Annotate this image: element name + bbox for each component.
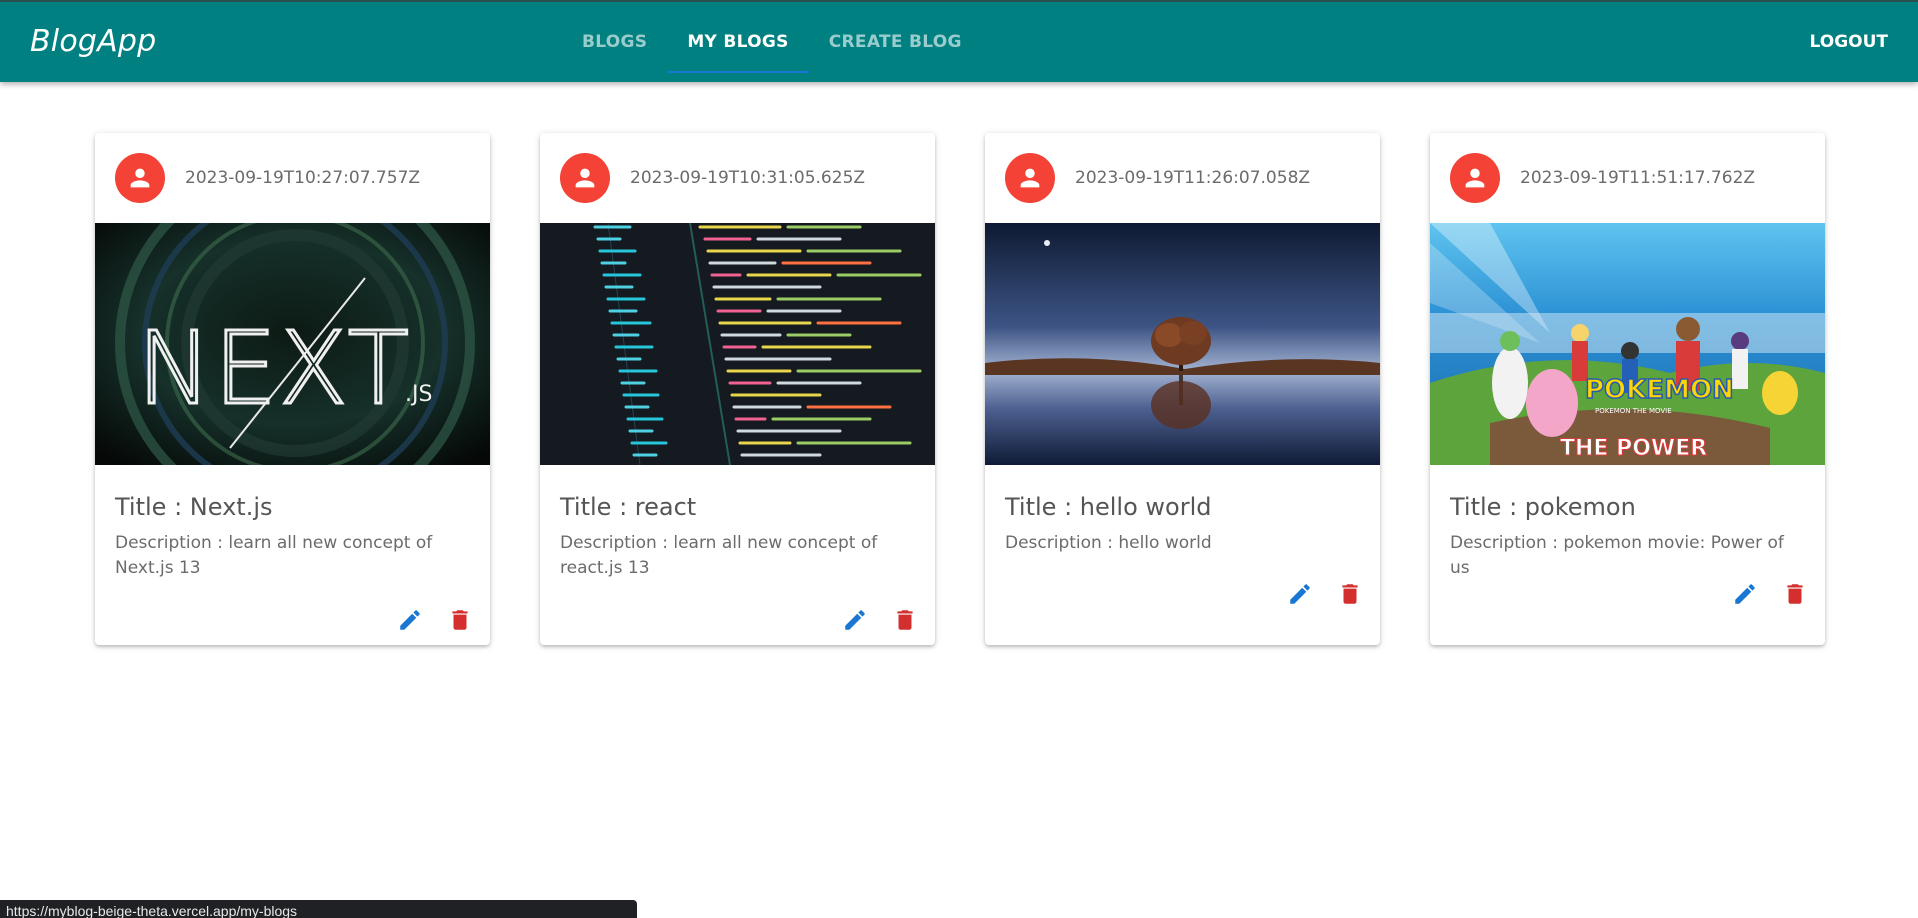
card-header: 2023-09-19T10:31:05.625Z [540, 133, 935, 223]
blog-description: Description : learn all new concept of N… [115, 533, 433, 578]
edit-button[interactable] [1730, 579, 1760, 609]
link-status-bar: https://myblog-beige-theta.vercel.app/my… [0, 900, 637, 918]
person-icon [575, 168, 595, 188]
edit-button[interactable] [1285, 579, 1315, 609]
nav-tabs: Blogs My Blogs Create Blog [562, 2, 982, 82]
card-header: 2023-09-19T11:26:07.058Z [985, 133, 1380, 223]
avatar [1005, 153, 1055, 203]
card-content: Title : pokemon Description : pokemon mo… [1430, 465, 1825, 581]
logout-button[interactable]: Logout [1810, 2, 1888, 82]
app-bar: BlogApp Blogs My Blogs Create Blog Logou… [0, 0, 1918, 82]
edit-button[interactable] [840, 605, 870, 635]
person-icon [130, 168, 150, 188]
pokemon-subtitle: POKEMON THE MOVIE [1595, 407, 1672, 415]
edit-button[interactable] [395, 605, 425, 635]
my-blogs-grid: 2023-09-19T10:27:07.757Z NEXT .JS Title … [95, 133, 1825, 645]
tab-label: Create Blog [828, 32, 962, 52]
blog-title: Title : Next.js [115, 493, 273, 521]
blog-title: Title : pokemon [1450, 493, 1636, 521]
card-actions [1730, 579, 1810, 609]
pokemon-caption: THE POWER [1560, 436, 1707, 461]
avatar [1450, 153, 1500, 203]
card-actions [395, 605, 475, 635]
nextjs-logo-subtext: .JS [405, 382, 432, 407]
nextjs-logo-text: NEXT [137, 310, 411, 427]
avatar [560, 153, 610, 203]
blog-image-tree [985, 223, 1380, 465]
card-content: Title : hello world Description : hello … [985, 465, 1380, 556]
tab-label: Blogs [582, 32, 648, 52]
pencil-icon [1735, 584, 1755, 604]
person-icon [1020, 168, 1040, 188]
card-actions [1285, 579, 1365, 609]
brand-logo[interactable]: BlogApp [30, 24, 156, 59]
pokemon-logo: POKEMON [1585, 375, 1734, 405]
tab-my-blogs[interactable]: My Blogs [667, 2, 809, 82]
avatar [115, 153, 165, 203]
blog-title: Title : react [560, 493, 697, 521]
trash-icon [452, 610, 468, 630]
tab-indicator [667, 71, 809, 73]
blog-card: 2023-09-19T11:26:07.058Z Title: hello w… [985, 133, 1380, 645]
tab-label: My Blogs [687, 32, 789, 52]
tab-create-blog[interactable]: Create Blog [809, 2, 982, 82]
blog-image-pokemon: POKEMON POKEMON THE MOVIE THE POWER [1430, 223, 1825, 465]
card-header: 2023-09-19T10:27:07.757Z [95, 133, 490, 223]
card-content: Title : Next.js Description : learn all … [95, 465, 490, 581]
post-timestamp: 2023-09-19T11:51:17.762Z [1520, 168, 1756, 188]
delete-button[interactable] [1780, 579, 1810, 609]
blog-description: Description : pokemon movie: Power of us [1450, 533, 1784, 578]
blog-card: 2023-09-19T10:31:05.625Z Title: react D… [540, 133, 935, 645]
delete-button[interactable] [445, 605, 475, 635]
trash-icon [897, 610, 913, 630]
blog-card: 2023-09-19T10:27:07.757Z NEXT .JS Title … [95, 133, 490, 645]
blog-image-nextjs: NEXT .JS [95, 223, 490, 465]
card-actions [840, 605, 920, 635]
delete-button[interactable] [890, 605, 920, 635]
pencil-icon [400, 610, 420, 630]
card-content: Title : react Description : learn all ne… [540, 465, 935, 581]
post-timestamp: 2023-09-19T10:31:05.625Z [630, 168, 866, 188]
pencil-icon [1290, 584, 1310, 604]
blog-description: Description : hello world [1005, 533, 1212, 553]
post-timestamp: 2023-09-19T10:27:07.757Z [185, 168, 421, 188]
card-header: 2023-09-19T11:51:17.762Z [1430, 133, 1825, 223]
blog-title: Title : hello world [1005, 493, 1212, 521]
trash-icon [1787, 584, 1803, 604]
person-icon [1465, 168, 1485, 188]
tab-blogs[interactable]: Blogs [562, 2, 667, 82]
blog-description: Description : learn all new concept of r… [560, 533, 878, 578]
trash-icon [1342, 584, 1358, 604]
blog-card: 2023-09-19T11:51:17.762Z POKEMON POKEMON… [1430, 133, 1825, 645]
post-timestamp: 2023-09-19T11:26:07.058Z [1075, 168, 1311, 188]
pencil-icon [845, 610, 865, 630]
blog-image-code [540, 223, 935, 465]
delete-button[interactable] [1335, 579, 1365, 609]
